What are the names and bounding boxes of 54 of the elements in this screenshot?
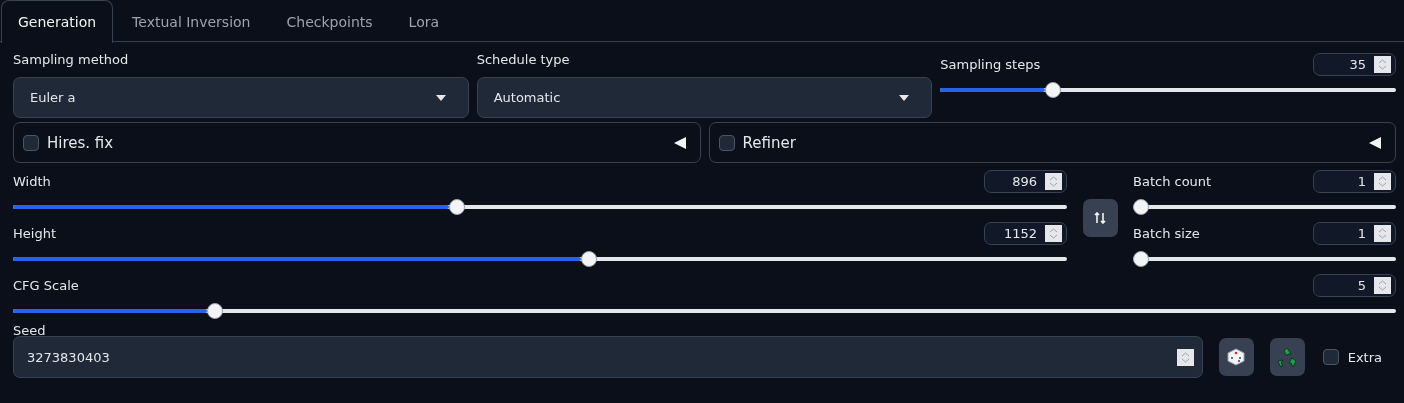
checkbox[interactable] [23, 134, 39, 151]
number-field[interactable]: 1152 [984, 221, 1067, 245]
spinner-icon[interactable] [1374, 276, 1391, 294]
slider-thumb[interactable] [207, 303, 224, 319]
slider-thumb[interactable] [580, 251, 597, 267]
swap-button[interactable] [1082, 199, 1118, 237]
slider[interactable] [13, 199, 1067, 215]
spinner-icon[interactable] [1045, 224, 1062, 242]
slider-thumb[interactable] [1044, 82, 1061, 98]
caret-icon [435, 94, 446, 101]
number-field[interactable]: 1 [1313, 169, 1396, 193]
slider-thumb[interactable] [448, 199, 465, 215]
number-field[interactable]: 896 [984, 169, 1067, 193]
dropdown[interactable]: Automatic [476, 77, 933, 118]
checkbox-label: Extra [1347, 349, 1382, 365]
spinner-icon[interactable] [1374, 55, 1391, 73]
checkbox[interactable] [1322, 349, 1339, 365]
slider-label: CFG Scale [13, 277, 79, 293]
spinner-icon[interactable] [1374, 224, 1391, 242]
seed-field[interactable]: 3273830403 [13, 336, 1203, 378]
slider[interactable] [940, 82, 1396, 98]
tab[interactable]: Textual Inversion [115, 0, 268, 42]
accordion-header[interactable]: Hires. fix [13, 122, 701, 163]
number-field[interactable]: 5 [1313, 273, 1396, 297]
slider[interactable] [1133, 199, 1396, 215]
slider-label: Batch size [1133, 225, 1200, 241]
slider-thumb[interactable] [1133, 251, 1149, 267]
tab[interactable]: Lora [391, 0, 457, 42]
slider-label: Sampling steps [940, 56, 1041, 72]
number-field[interactable]: 35 [1313, 52, 1396, 76]
swap-arrows-icon [1094, 212, 1106, 224]
dropdown-label: Sampling method [13, 52, 130, 67]
tab[interactable]: Checkpoints [269, 0, 390, 42]
tab[interactable]: Generation [1, 0, 114, 43]
spinner-icon[interactable] [1176, 348, 1194, 366]
slider-thumb[interactable] [1133, 199, 1149, 215]
slider-label: Width [13, 173, 51, 189]
seed-label: Seed [13, 323, 47, 338]
number-field[interactable]: 1 [1313, 221, 1396, 245]
slider-label: Batch count [1133, 173, 1212, 189]
checkbox[interactable] [718, 134, 735, 151]
slider[interactable] [13, 303, 1396, 319]
slider-label: Height [13, 225, 56, 241]
slider[interactable] [1133, 251, 1396, 267]
dice-icon [1226, 347, 1247, 367]
accordion-header[interactable]: Refiner [708, 122, 1396, 163]
slider[interactable] [13, 251, 1067, 267]
dropdown-label: Schedule type [476, 52, 571, 67]
spinner-icon[interactable] [1374, 172, 1391, 190]
spinner-icon[interactable] [1045, 172, 1062, 190]
dropdown[interactable]: Euler a [13, 77, 469, 118]
caret-icon [899, 94, 910, 101]
dice-button[interactable] [1218, 338, 1254, 376]
recycle-button[interactable] [1269, 338, 1305, 376]
